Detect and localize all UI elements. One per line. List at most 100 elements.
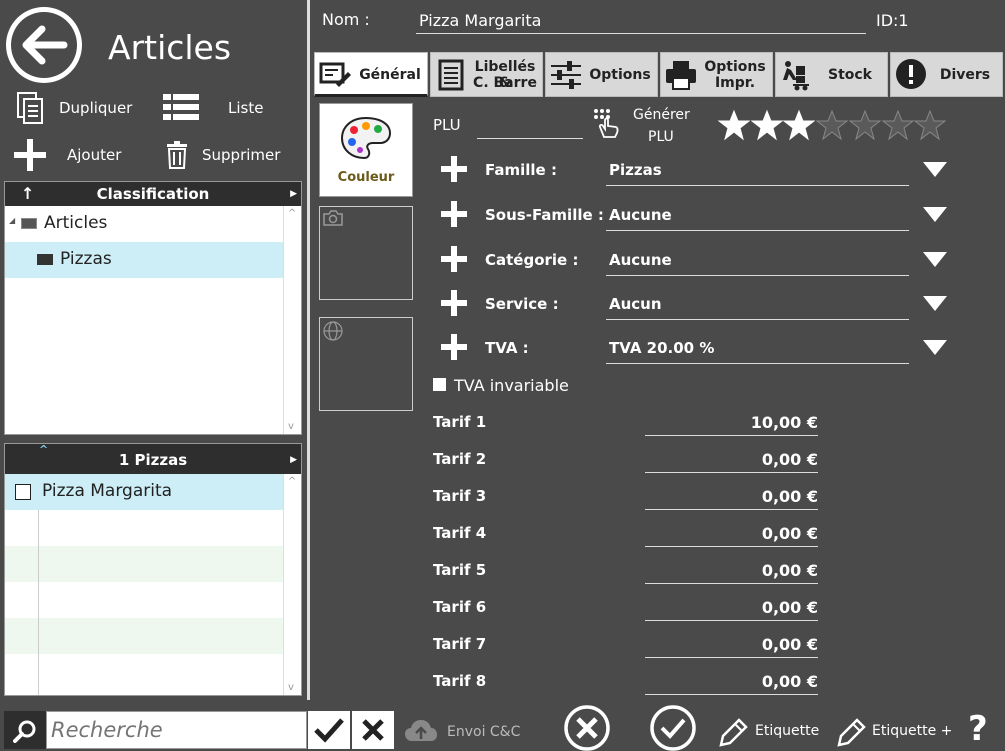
product-list-header[interactable]: ^ 1 Pizzas ▶ [5,443,301,476]
tree-item-articles[interactable]: ◢ Articles [5,206,283,242]
tab-stock[interactable]: Stock [775,52,888,97]
web-image-box[interactable] [319,317,413,411]
rating-stars[interactable] [718,109,950,143]
label-button-text: Etiquette [755,723,820,739]
tarif-input[interactable]: 0,00 € [645,598,818,621]
tarif-input[interactable]: 0,00 € [645,450,818,473]
star-empty-icon[interactable] [881,109,914,141]
tarif-value: 0,00 € [761,450,818,469]
check-icon [314,718,344,743]
field-select[interactable]: Pizzas [606,157,909,186]
add-field-button[interactable] [440,289,468,317]
field-select[interactable]: Aucune [606,247,909,276]
field-select[interactable]: TVA 20.00 % [606,335,909,364]
search-confirm-button[interactable] [308,711,350,749]
search-clear-button[interactable] [352,711,394,749]
star-empty-icon[interactable] [848,109,881,141]
add-button[interactable]: Ajouter [14,138,144,172]
dropdown-arrow-icon[interactable] [923,207,947,222]
tarif-label: Tarif 7 [433,635,487,653]
add-field-button[interactable] [440,200,468,228]
dropdown-arrow-icon[interactable] [923,340,947,355]
tree-scrollbar[interactable]: ^ v [283,206,301,434]
panel-divider[interactable]: ⋮ [307,0,317,700]
label-button[interactable]: Etiquette [718,714,828,750]
tarif-label: Tarif 4 [433,524,487,542]
tarif-value: 0,00 € [761,524,818,543]
delete-button[interactable]: Supprimer [166,138,296,172]
dropdown-arrow-icon[interactable] [923,252,947,267]
generate-plu-button[interactable]: Générer PLU [590,105,700,147]
delete-label: Supprimer [202,146,281,164]
send-cc-button[interactable]: Envoi C&C [404,715,534,747]
tab-label-line2: Impr. [714,75,756,91]
tarif-input[interactable]: 0,00 € [645,635,818,658]
color-picker-button[interactable]: Couleur [319,103,413,197]
scroll-down-icon[interactable]: v [288,421,294,432]
tva-invariable-checkbox[interactable]: TVA invariable [433,376,613,398]
field-select[interactable]: Aucune [606,202,909,231]
dropdown-arrow-icon[interactable] [923,296,947,311]
add-field-button[interactable] [440,333,468,361]
scroll-up-icon[interactable]: ^ [288,476,296,487]
close-icon [362,719,384,741]
back-button[interactable] [4,5,84,85]
tarif-value: 0,00 € [761,672,818,691]
duplicate-button[interactable]: Dupliquer [16,91,146,125]
add-field-button[interactable] [440,245,468,273]
add-field-button[interactable] [440,155,468,183]
tree-item-pizzas[interactable]: Pizzas [5,242,283,278]
cancel-button[interactable] [563,704,611,751]
help-button[interactable]: ? [968,709,988,749]
tab-print-options[interactable]: Options Impr. [660,52,773,97]
sort-up-icon[interactable]: ↑ [21,182,34,206]
search-input[interactable] [46,711,307,749]
star-filled-icon[interactable] [718,109,750,141]
caret-right-icon[interactable]: ▶ [290,182,297,206]
photo-box[interactable] [319,206,413,300]
scroll-down-icon[interactable]: v [288,682,294,693]
back-arrow-icon [6,7,82,83]
tab-general[interactable]: Général [314,52,428,97]
scroll-up-icon[interactable]: ^ [288,208,296,219]
list-item[interactable]: Pizza Margarita [5,474,283,510]
tarif-input[interactable]: 0,00 € [645,487,818,510]
star-empty-icon[interactable] [914,109,947,141]
classification-tree: ↑ Classification ▶ ◢ Articles Pizzas ^ v [4,181,302,435]
tree-item-label: Articles [44,213,108,233]
plus-icon [441,201,467,227]
validate-button[interactable] [649,704,697,751]
star-filled-icon[interactable] [783,109,816,141]
resize-handle-icon[interactable]: ⋮ [307,336,317,346]
tab-label: Divers [939,67,991,83]
search-button[interactable] [4,711,46,749]
plus-icon [14,139,46,171]
name-field[interactable]: Pizza Margarita [416,8,866,34]
checkbox-box[interactable] [433,378,446,391]
list-button[interactable]: Liste [163,91,283,125]
tab-labels-barcode[interactable]: Libellés & C. Barre [430,52,543,97]
page-title: Articles [108,28,232,67]
sort-up-icon[interactable]: ^ [39,434,48,466]
tarif-input[interactable]: 0,00 € [645,561,818,584]
tab-label: Stock [827,67,872,83]
tarif-input[interactable]: 10,00 € [645,413,818,436]
label-plus-button[interactable]: Etiquette + [836,714,961,750]
folder-icon [21,218,37,229]
tab-misc[interactable]: Divers [890,52,1003,97]
tab-options[interactable]: Options [545,52,658,97]
cloud-upload-icon [405,720,437,741]
plu-input[interactable] [477,113,583,139]
list-scrollbar[interactable]: ^ v [283,474,301,695]
star-empty-icon[interactable] [816,109,849,141]
field-select[interactable]: Aucun [606,291,909,320]
list-item-checkbox[interactable] [15,484,31,500]
classification-header[interactable]: ↑ Classification ▶ [5,182,301,206]
tarif-input[interactable]: 0,00 € [645,672,818,695]
dropdown-arrow-icon[interactable] [923,162,947,177]
caret-right-icon[interactable]: ▶ [290,444,297,476]
tarif-input[interactable]: 0,00 € [645,524,818,547]
expand-triangle-icon[interactable]: ◢ [9,216,15,225]
cancel-circle-icon [564,705,610,751]
star-filled-icon[interactable] [750,109,783,141]
